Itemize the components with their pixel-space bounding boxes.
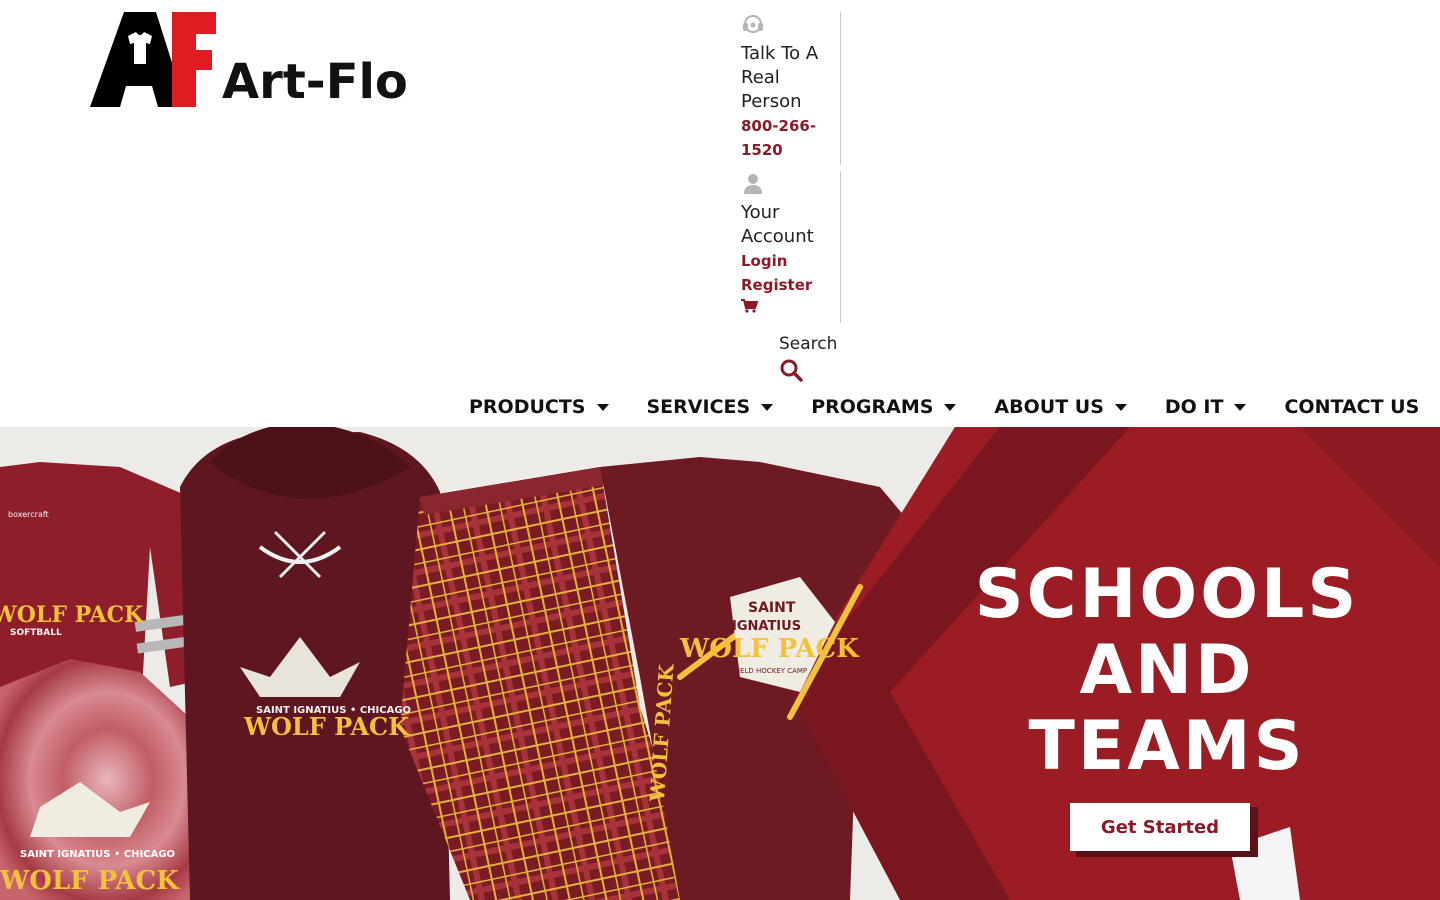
caret-down-icon bbox=[1114, 403, 1127, 411]
hero-title: SCHOOLS AND TEAMS bbox=[962, 557, 1372, 785]
saint-text: SAINT bbox=[748, 600, 796, 616]
search-icon[interactable] bbox=[779, 358, 803, 382]
contact-phone-block: Talk To A Real Person 800-266-1520 bbox=[741, 12, 841, 165]
header-utilities: Talk To A Real Person 800-266-1520 Your … bbox=[741, 12, 841, 323]
nav-programs[interactable]: PROGRAMS bbox=[811, 396, 957, 418]
nav-products[interactable]: PRODUCTS bbox=[469, 396, 609, 418]
wolf-pack-tiedye-text: WOLF PACK bbox=[0, 866, 180, 896]
caret-down-icon bbox=[596, 403, 609, 411]
nav-do-it[interactable]: DO IT bbox=[1165, 396, 1247, 418]
nav-programs-label: PROGRAMS bbox=[811, 396, 934, 418]
nav-about-us-label: ABOUT US bbox=[994, 396, 1104, 418]
nav-products-label: PRODUCTS bbox=[469, 396, 586, 418]
nav-services-label: SERVICES bbox=[646, 396, 751, 418]
hero-banner: WOLF PACK SOFTBALL boxercraft SAINT IGNA… bbox=[0, 427, 1440, 900]
nav-about-us[interactable]: ABOUT US bbox=[994, 396, 1127, 418]
art-flo-logo[interactable]: Art-Flo bbox=[90, 12, 430, 112]
field-hockey-camp-text: FIELD HOCKEY CAMP bbox=[734, 667, 807, 675]
account-block: Your Account Login Register bbox=[741, 171, 841, 323]
cart-icon[interactable] bbox=[741, 299, 759, 313]
main-nav: PRODUCTS SERVICES PROGRAMS ABOUT US DO I… bbox=[469, 390, 1419, 424]
ignatius-text: IGNATIUS bbox=[732, 619, 801, 634]
caret-down-icon bbox=[1234, 403, 1247, 411]
brand-tag-text: boxercraft bbox=[8, 510, 49, 519]
wolf-pack-text: WOLF PACK bbox=[0, 602, 144, 628]
af-logo-mark bbox=[90, 12, 216, 107]
saint-ignatius-chicago-tiedye-text: SAINT IGNATIUS • CHICAGO bbox=[20, 849, 175, 860]
phone-number-link[interactable]: 800-266-1520 bbox=[741, 114, 830, 162]
register-link[interactable]: Register bbox=[741, 273, 830, 297]
brand-name: Art-Flo bbox=[222, 54, 408, 110]
softball-text: SOFTBALL bbox=[10, 628, 62, 638]
wolf-pack-hoodie-text: WOLF PACK bbox=[243, 712, 410, 741]
nav-contact-us-label: CONTACT US bbox=[1284, 396, 1420, 418]
headset-icon bbox=[743, 15, 763, 33]
nav-contact-us[interactable]: CONTACT US bbox=[1284, 396, 1419, 418]
login-link[interactable]: Login bbox=[741, 249, 830, 273]
user-icon bbox=[744, 174, 762, 194]
nav-services[interactable]: SERVICES bbox=[647, 396, 774, 418]
phone-label: Talk To A Real Person bbox=[741, 43, 819, 112]
search-toggle[interactable]: Search bbox=[779, 332, 849, 382]
hero-title-line-2: AND bbox=[1079, 631, 1255, 710]
nav-do-it-label: DO IT bbox=[1164, 396, 1224, 418]
hero-title-line-1: SCHOOLS bbox=[974, 555, 1360, 634]
account-label: Your Account bbox=[741, 202, 814, 247]
search-label: Search bbox=[779, 334, 838, 354]
caret-down-icon bbox=[761, 403, 774, 411]
get-started-button[interactable]: Get Started bbox=[1070, 803, 1250, 851]
caret-down-icon bbox=[944, 403, 957, 411]
hero-title-line-3: TEAMS bbox=[1028, 707, 1306, 786]
wolf-pack-tee-text: WOLF PACK bbox=[679, 634, 860, 664]
